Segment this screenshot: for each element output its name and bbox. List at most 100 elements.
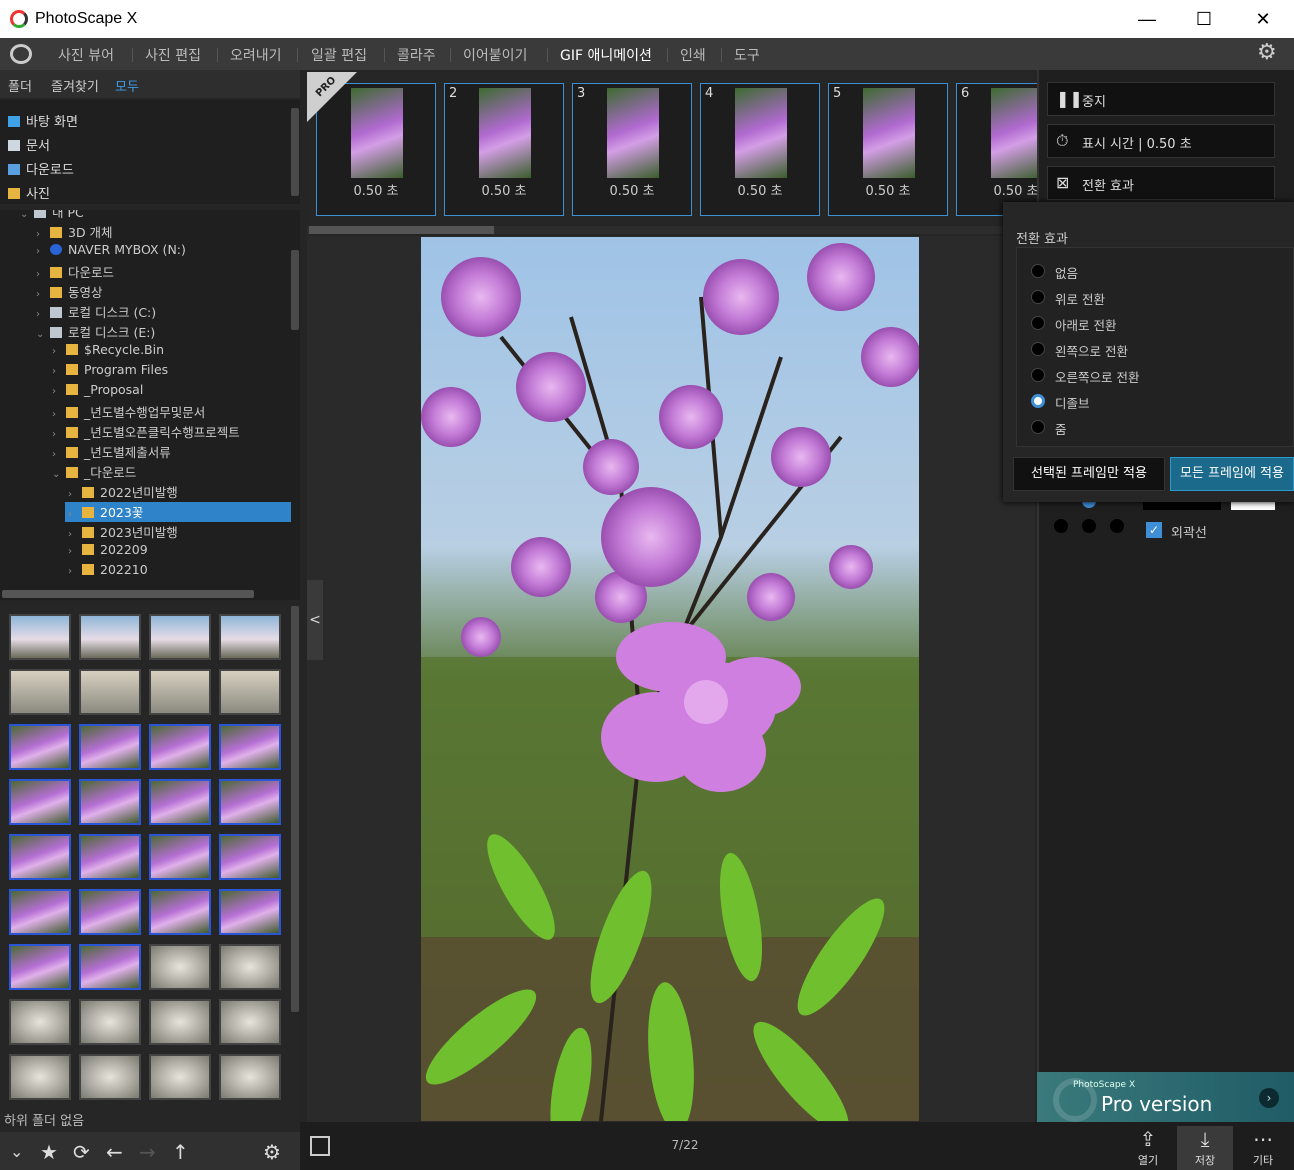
- thumbnail[interactable]: [149, 889, 211, 935]
- thumbnail[interactable]: [79, 779, 141, 825]
- tree-item[interactable]: › 202210: [68, 562, 148, 577]
- tree-item[interactable]: › _Proposal: [52, 382, 143, 397]
- thumbnail-scrollbar[interactable]: [291, 606, 299, 1012]
- thumbnail[interactable]: [149, 779, 211, 825]
- tab-folder[interactable]: 폴더: [8, 76, 32, 95]
- position-dot[interactable]: [1082, 519, 1096, 533]
- home-icon[interactable]: [10, 44, 32, 64]
- position-dot[interactable]: [1054, 519, 1068, 533]
- tree-scrollbar[interactable]: [291, 250, 299, 330]
- forward-arrow-icon[interactable]: →: [139, 1140, 156, 1164]
- thumbnail[interactable]: [219, 1054, 281, 1100]
- menu-print[interactable]: 인쇄: [680, 45, 706, 65]
- thumbnail[interactable]: [149, 999, 211, 1045]
- frame-strip-scrollbar[interactable]: [307, 226, 1035, 234]
- tree-item[interactable]: ⌄ 로컬 디스크 (E:): [36, 322, 155, 341]
- menu-combine[interactable]: 이어붙이기: [463, 45, 527, 65]
- tree-item[interactable]: › _년도별제출서류: [52, 442, 171, 461]
- thumbnail[interactable]: [219, 999, 281, 1045]
- chevron-down-icon[interactable]: ⌄: [10, 1142, 23, 1161]
- minimize-button[interactable]: —: [1124, 0, 1170, 38]
- position-dot[interactable]: [1110, 519, 1124, 533]
- animation-frame[interactable]: 2 0.50 초: [444, 83, 564, 216]
- thumbnail[interactable]: [79, 834, 141, 880]
- tab-all[interactable]: 모두: [115, 76, 139, 95]
- thumbnail[interactable]: [9, 999, 71, 1045]
- transition-button[interactable]: ⊠ 전환 효과: [1047, 166, 1275, 200]
- thumbnail[interactable]: [149, 944, 211, 990]
- menu-batch[interactable]: 일괄 편집: [311, 45, 367, 65]
- thumbnail[interactable]: [219, 669, 281, 715]
- thumbnail[interactable]: [149, 1054, 211, 1100]
- animation-frame[interactable]: 3 0.50 초: [572, 83, 692, 216]
- refresh-icon[interactable]: ⟳: [73, 1140, 90, 1164]
- favorite-item[interactable]: 다운로드: [8, 159, 74, 178]
- favorites-scrollbar[interactable]: [291, 108, 299, 196]
- tree-item[interactable]: › NAVER MYBOX (N:): [36, 242, 186, 257]
- up-arrow-icon[interactable]: ↑: [172, 1140, 189, 1164]
- stop-button[interactable]: ❚❚ 중지: [1047, 82, 1275, 116]
- display-time-button[interactable]: ⏱ 표시 시간 | 0.50 초: [1047, 124, 1275, 158]
- thumbnail[interactable]: [9, 889, 71, 935]
- maximize-button[interactable]: ☐: [1181, 0, 1227, 38]
- favorite-item[interactable]: 사진: [8, 183, 50, 202]
- thumbnail[interactable]: [9, 724, 71, 770]
- thumbnail[interactable]: [219, 889, 281, 935]
- tree-item[interactable]: › 2023년미발행: [68, 522, 178, 541]
- thumbnail[interactable]: [219, 724, 281, 770]
- tree-item[interactable]: › 3D 개체: [36, 222, 113, 241]
- thumbnail[interactable]: [9, 614, 71, 660]
- animation-frame[interactable]: 5 0.50 초: [828, 83, 948, 216]
- thumbnail[interactable]: [9, 1054, 71, 1100]
- tree-item[interactable]: ⌄ 내 PC: [20, 210, 84, 221]
- apply-all-button[interactable]: 모든 프레임에 적용: [1170, 457, 1294, 491]
- tab-favorites[interactable]: 즐겨찾기: [51, 76, 99, 95]
- thumbnail[interactable]: [219, 779, 281, 825]
- menu-cutout[interactable]: 오려내기: [230, 45, 282, 65]
- tree-item[interactable]: › Program Files: [52, 362, 168, 377]
- thumbnail[interactable]: [219, 944, 281, 990]
- thumbnail[interactable]: [149, 834, 211, 880]
- thumbnail[interactable]: [79, 724, 141, 770]
- thumbnail[interactable]: [9, 669, 71, 715]
- outline-checkbox[interactable]: ✓: [1146, 522, 1162, 538]
- tree-item[interactable]: › 202209: [68, 542, 148, 557]
- tree-item[interactable]: › 다운로드: [36, 262, 114, 281]
- tree-item[interactable]: › _년도별오픈클릭수행프로젝트: [52, 422, 240, 441]
- menu-collage[interactable]: 콜라주: [397, 45, 436, 65]
- tree-item[interactable]: › 2023꽃: [68, 502, 143, 521]
- thumbnail[interactable]: [149, 669, 211, 715]
- tree-item[interactable]: › 동영상: [36, 282, 103, 301]
- thumbnail[interactable]: [79, 669, 141, 715]
- thumbnail[interactable]: [149, 614, 211, 660]
- gear-icon[interactable]: ⚙: [263, 1140, 281, 1164]
- thumbnail[interactable]: [9, 944, 71, 990]
- thumbnail[interactable]: [79, 1054, 141, 1100]
- menu-photo-viewer[interactable]: 사진 뷰어: [58, 45, 114, 65]
- favorite-item[interactable]: 문서: [8, 135, 50, 154]
- collapse-left-panel-button[interactable]: <: [307, 580, 323, 660]
- thumbnail[interactable]: [79, 614, 141, 660]
- pro-version-banner[interactable]: PhotoScape X Pro version ›: [1037, 1072, 1294, 1122]
- open-button[interactable]: ⇪ 열기: [1120, 1126, 1176, 1170]
- menu-gif-animation[interactable]: GIF 애니메이션: [560, 45, 652, 65]
- settings-gear-icon[interactable]: ⚙: [1257, 40, 1277, 65]
- animation-frame[interactable]: 4 0.50 초: [700, 83, 820, 216]
- thumbnail[interactable]: [79, 944, 141, 990]
- thumbnail[interactable]: [79, 999, 141, 1045]
- tree-item[interactable]: › $Recycle.Bin: [52, 342, 164, 357]
- thumbnail[interactable]: [149, 724, 211, 770]
- favorite-item[interactable]: 바탕 화면: [8, 111, 78, 130]
- menu-tools[interactable]: 도구: [734, 45, 760, 65]
- thumbnail[interactable]: [9, 779, 71, 825]
- back-arrow-icon[interactable]: ←: [106, 1140, 123, 1164]
- close-button[interactable]: ✕: [1240, 0, 1286, 38]
- menu-photo-editor[interactable]: 사진 편집: [145, 45, 201, 65]
- more-button[interactable]: ⋯ 기타: [1235, 1126, 1291, 1170]
- star-icon[interactable]: ★: [40, 1140, 58, 1164]
- save-button[interactable]: ⤓ 저장: [1177, 1126, 1233, 1170]
- thumbnail[interactable]: [9, 834, 71, 880]
- thumbnail[interactable]: [79, 889, 141, 935]
- tree-hscrollbar[interactable]: [2, 590, 254, 598]
- thumbnail[interactable]: [219, 834, 281, 880]
